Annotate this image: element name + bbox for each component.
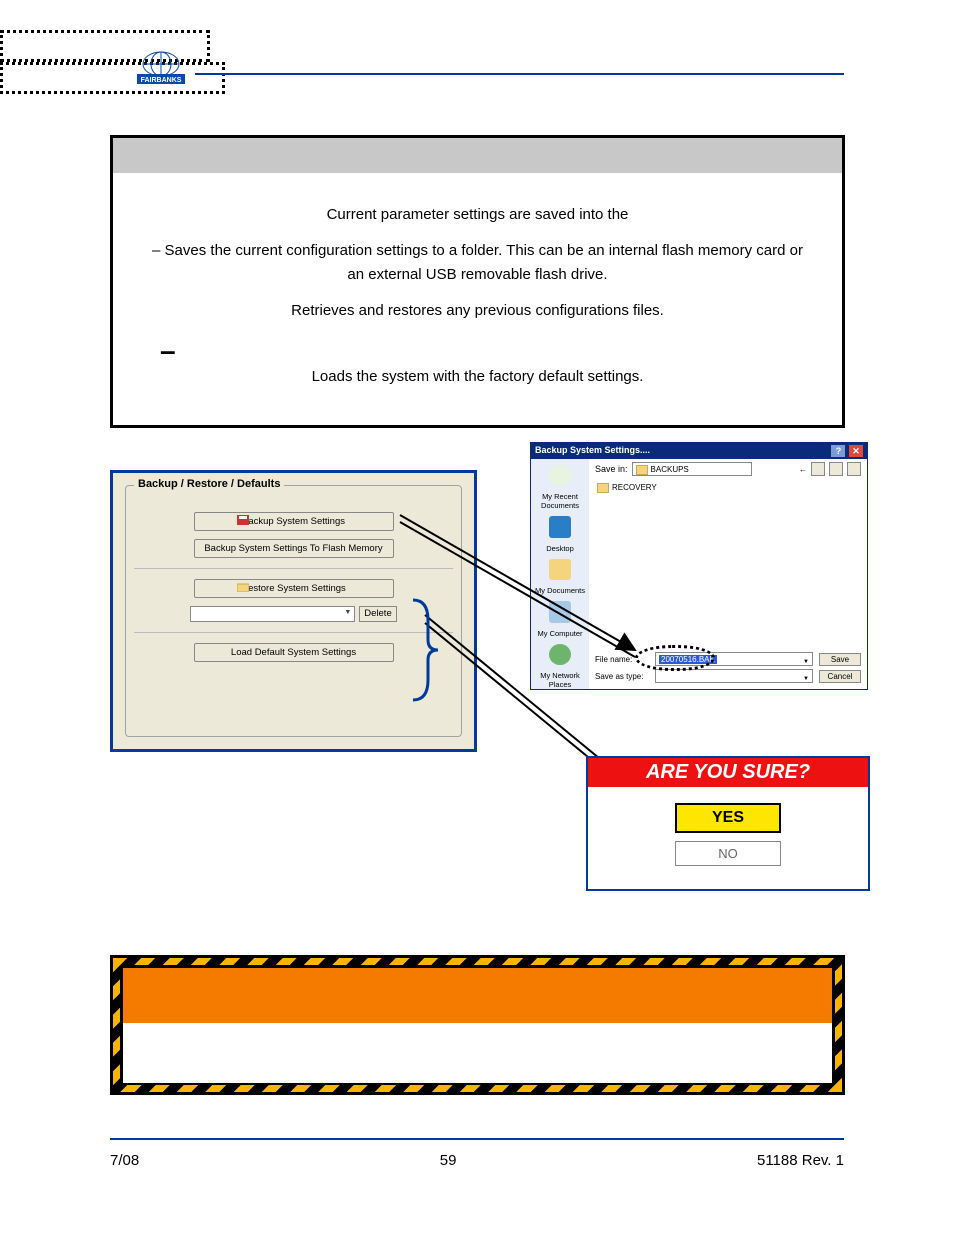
dash-glyph: – bbox=[160, 335, 176, 367]
svg-text:FAIRBANKS: FAIRBANKS bbox=[141, 77, 182, 84]
confirm-dialog: ARE YOU SURE? YES NO bbox=[586, 756, 870, 891]
restore-system-settings-button[interactable]: Restore System Settings bbox=[194, 579, 394, 598]
load-defaults-button[interactable]: Load Default System Settings bbox=[194, 643, 394, 662]
backup-system-settings-button[interactable]: Backup System Settings bbox=[194, 512, 394, 531]
save-button[interactable]: Save bbox=[819, 653, 861, 666]
restore-file-select[interactable] bbox=[190, 606, 355, 622]
info-box: Current parameter settings are saved int… bbox=[110, 135, 845, 428]
views-icon[interactable] bbox=[847, 462, 861, 476]
panel-legend: Backup / Restore / Defaults bbox=[134, 478, 284, 490]
warning-banner bbox=[110, 955, 845, 1095]
restore-button-label: Restore System Settings bbox=[241, 583, 346, 594]
confirm-header: ARE YOU SURE? bbox=[588, 758, 868, 787]
save-in-label: Save in: bbox=[595, 464, 628, 474]
footer-page: 59 bbox=[440, 1152, 457, 1169]
header-rule bbox=[195, 73, 844, 75]
save-in-field[interactable]: BACKUPS bbox=[632, 462, 752, 476]
help-icon[interactable]: ? bbox=[831, 445, 845, 457]
delete-button[interactable]: Delete bbox=[359, 606, 396, 622]
highlight-oval-backup bbox=[0, 0, 220, 30]
info-line-2: – Saves the current configuration settin… bbox=[143, 239, 812, 287]
close-icon[interactable]: ✕ bbox=[849, 445, 863, 457]
info-box-band bbox=[113, 138, 842, 173]
up-icon[interactable] bbox=[811, 462, 825, 476]
folder-open-icon bbox=[237, 582, 249, 592]
confirm-yes-button[interactable]: YES bbox=[675, 803, 781, 833]
save-type-field[interactable] bbox=[655, 669, 813, 683]
new-folder-icon[interactable] bbox=[829, 462, 843, 476]
confirm-no-button[interactable]: NO bbox=[675, 841, 781, 866]
disk-icon bbox=[237, 515, 249, 525]
fairbanks-logo: FAIRBANKS bbox=[135, 50, 187, 95]
footer-date: 7/08 bbox=[110, 1152, 139, 1169]
footer-rule bbox=[110, 1138, 844, 1140]
info-line-1: Current parameter settings are saved int… bbox=[143, 203, 812, 227]
bracket-restore-defaults bbox=[413, 600, 443, 700]
folder-icon bbox=[597, 483, 609, 493]
highlight-box-defaults bbox=[0, 62, 225, 94]
backup-button-label: Backup System Settings bbox=[242, 516, 345, 527]
info-line-4: Loads the system with the factory defaul… bbox=[143, 365, 812, 389]
footer-doc: 51188 Rev. 1 bbox=[757, 1152, 844, 1169]
backup-to-flash-button[interactable]: Backup System Settings To Flash Memory bbox=[194, 539, 394, 558]
recent-docs-icon[interactable] bbox=[549, 465, 571, 486]
folder-recovery[interactable]: RECOVERY bbox=[612, 483, 657, 492]
cancel-button[interactable]: Cancel bbox=[819, 670, 861, 683]
info-line-3: Retrieves and restores any previous conf… bbox=[143, 299, 812, 323]
save-dialog-title: Backup System Settings.... bbox=[535, 445, 650, 457]
page-footer: 7/08 59 51188 Rev. 1 bbox=[110, 1152, 844, 1169]
